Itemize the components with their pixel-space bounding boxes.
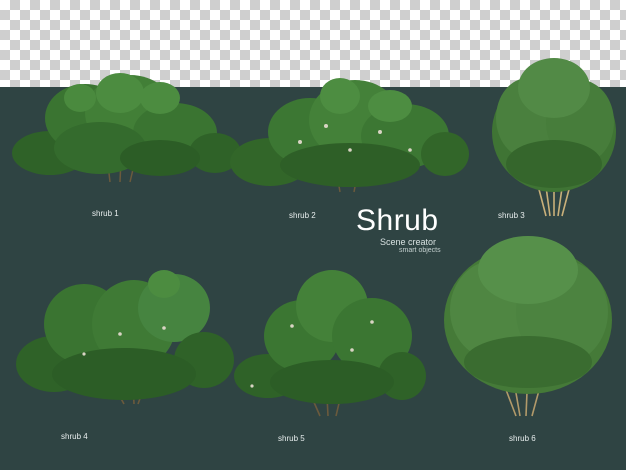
- title-shrub: Shrub: [356, 204, 439, 237]
- shrub-6-image: [444, 236, 612, 417]
- shrub-2-label: shrub 2: [289, 211, 316, 220]
- shrub-5-label: shrub 5: [278, 434, 305, 443]
- shrub-1-image: [12, 73, 241, 183]
- shrub-4-label: shrub 4: [61, 432, 88, 441]
- shrub-5-image: [234, 270, 426, 417]
- subtitle-smart-objects: smart objects: [399, 247, 441, 254]
- shrub-6-label: shrub 6: [509, 434, 536, 443]
- title-block: Shrub Scene creator smart objects: [356, 206, 441, 255]
- shrub-3-image: [492, 58, 616, 217]
- shrub-3-label: shrub 3: [498, 211, 525, 220]
- shrub-1-label: shrub 1: [92, 209, 119, 218]
- shrub-2-image: [230, 78, 469, 193]
- foliage: [12, 73, 241, 176]
- subtitle-scene-creator: Scene creator: [380, 237, 437, 247]
- shrub-4-image: [16, 270, 234, 405]
